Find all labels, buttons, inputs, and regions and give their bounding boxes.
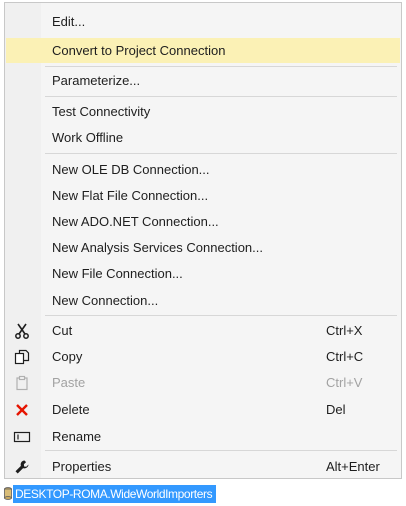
menu-item-label: New Connection... xyxy=(52,293,159,308)
menu-item-parameterize[interactable]: Parameterize... xyxy=(6,68,400,93)
menu-item-label: New OLE DB Connection... xyxy=(52,162,210,177)
menu-item-label: New Analysis Services Connection... xyxy=(52,240,263,255)
rename-icon xyxy=(12,427,32,447)
menu-item-label: Edit... xyxy=(52,14,86,29)
menu-item-convert-to-project-connection[interactable]: Convert to Project Connection xyxy=(6,38,400,63)
menu-item-shortcut: Ctrl+V xyxy=(326,375,363,390)
menu-item-delete[interactable]: Delete Del xyxy=(6,397,400,422)
menu-item-label: Cut xyxy=(52,323,73,338)
delete-icon xyxy=(12,400,32,420)
menu-item-label: Rename xyxy=(52,429,102,444)
menu-item-work-offline[interactable]: Work Offline xyxy=(6,125,400,150)
menu-item-cut[interactable]: Cut Ctrl+X xyxy=(6,318,400,343)
menu-separator xyxy=(45,153,397,154)
menu-item-new-connection[interactable]: New Connection... xyxy=(6,288,400,313)
menu-item-paste[interactable]: Paste Ctrl+V xyxy=(6,370,400,395)
menu-item-shortcut: Del xyxy=(326,402,346,417)
menu-item-new-flat-file-connection[interactable]: New Flat File Connection... xyxy=(6,183,400,208)
menu-item-new-file-connection[interactable]: New File Connection... xyxy=(6,261,400,286)
menu-separator xyxy=(45,450,397,451)
menu-item-shortcut: Ctrl+C xyxy=(326,349,364,364)
connection-manager-node[interactable]: DESKTOP-ROMA.WideWorldImporters xyxy=(2,484,217,504)
menu-item-label: Paste xyxy=(52,375,86,390)
context-menu: Edit... Convert to Project Connection Pa… xyxy=(4,2,402,479)
menu-item-label: Work Offline xyxy=(52,130,124,145)
menu-item-new-ole-db-connection[interactable]: New OLE DB Connection... xyxy=(6,157,400,182)
scissors-icon xyxy=(12,321,32,341)
menu-item-shortcut: Ctrl+X xyxy=(326,323,363,338)
menu-separator xyxy=(45,315,397,316)
menu-item-edit[interactable]: Edit... xyxy=(6,9,400,34)
menu-item-label: Properties xyxy=(52,459,112,474)
menu-item-copy[interactable]: Copy Ctrl+C xyxy=(6,344,400,369)
menu-separator xyxy=(45,96,397,97)
menu-item-label: Delete xyxy=(52,402,90,417)
menu-item-rename[interactable]: Rename xyxy=(6,424,400,449)
menu-item-shortcut: Alt+Enter xyxy=(326,459,380,474)
connection-icon xyxy=(2,485,13,503)
menu-item-test-connectivity[interactable]: Test Connectivity xyxy=(6,99,400,124)
menu-item-properties[interactable]: Properties Alt+Enter xyxy=(6,454,400,479)
paste-icon xyxy=(12,373,32,393)
menu-item-label: Test Connectivity xyxy=(52,104,151,119)
menu-item-label: New ADO.NET Connection... xyxy=(52,214,219,229)
menu-item-label: New File Connection... xyxy=(52,266,183,281)
menu-separator xyxy=(45,66,397,67)
menu-item-label: Parameterize... xyxy=(52,73,141,88)
menu-item-new-ado-net-connection[interactable]: New ADO.NET Connection... xyxy=(6,209,400,234)
menu-item-new-analysis-services-connection[interactable]: New Analysis Services Connection... xyxy=(6,235,400,260)
menu-item-label: New Flat File Connection... xyxy=(52,188,209,203)
menu-item-label: Copy xyxy=(52,349,83,364)
copy-icon xyxy=(12,347,32,367)
connection-manager-label: DESKTOP-ROMA.WideWorldImporters xyxy=(13,485,217,503)
menu-item-label: Convert to Project Connection xyxy=(52,43,226,58)
wrench-icon xyxy=(12,457,32,477)
